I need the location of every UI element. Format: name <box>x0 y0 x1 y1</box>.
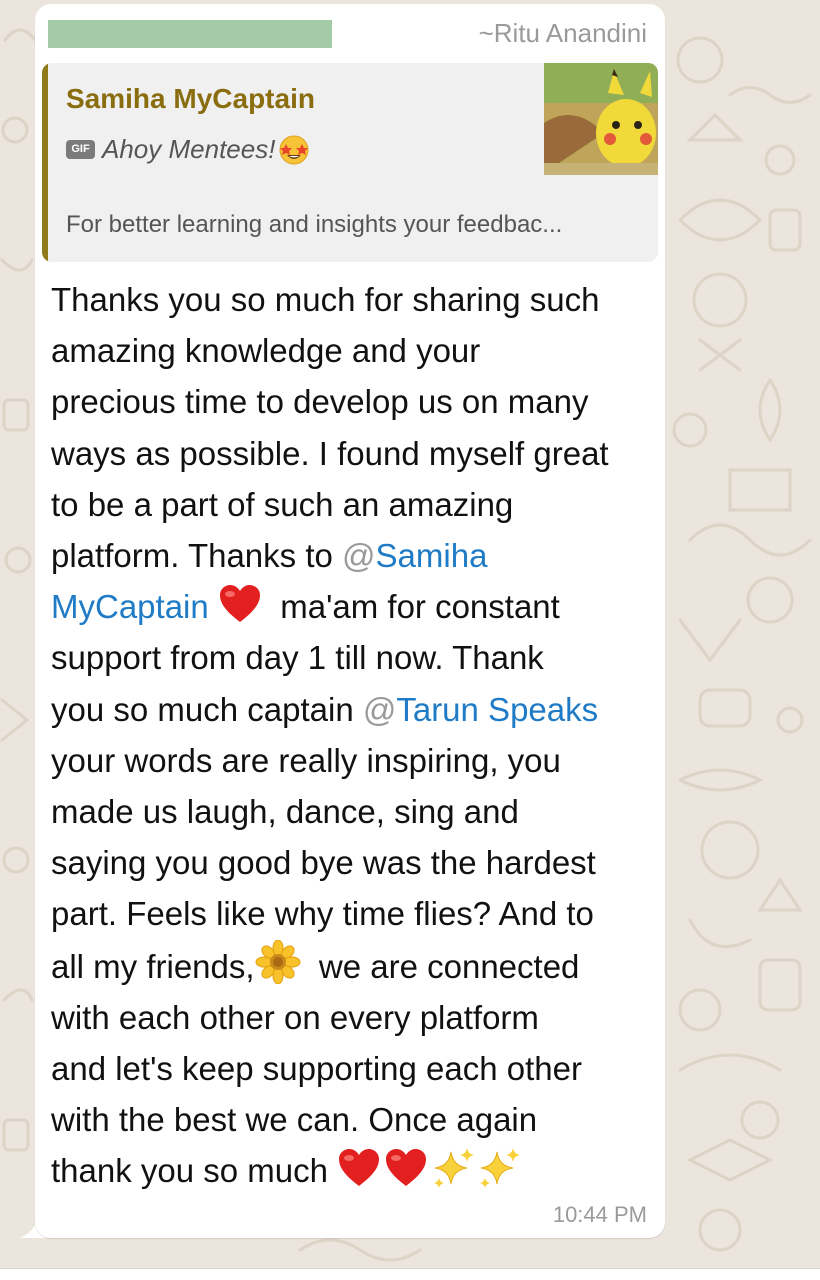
mention-samiha-mycaptain[interactable]: Samiha <box>376 537 488 574</box>
message-line: and let's keep supporting each other <box>51 1050 582 1088</box>
message-line: thank you so much <box>51 1145 655 1196</box>
message-line: ways as possible. I found myself great <box>51 434 609 472</box>
quoted-author: Samiha MyCaptain <box>66 83 315 114</box>
red-heart-emoji-icon <box>386 1149 427 1187</box>
redacted-phone-number <box>48 20 332 48</box>
message-line: saying you good bye was the hardest <box>51 844 596 882</box>
mention-at-symbol: @ <box>342 537 376 575</box>
sunflower-emoji-icon <box>255 939 301 984</box>
message-line: your words are really inspiring, you <box>51 741 561 779</box>
message-bubble[interactable]: ~Ritu Anandini Samiha MyCaptain GIF Ahoy… <box>35 4 665 1238</box>
quoted-caption: Ahoy Mentees! <box>102 133 276 164</box>
message-body[interactable]: Thanks you so much for sharing such amaz… <box>51 274 655 1197</box>
message-text-segment: we are connected <box>318 947 580 985</box>
message-text-segment: thank you so much <box>51 1152 328 1190</box>
red-heart-emoji-icon <box>219 585 260 623</box>
message-line: with each other on every platform <box>51 998 539 1036</box>
quoted-message[interactable]: Samiha MyCaptain GIF Ahoy Mentees! For b… <box>42 63 658 262</box>
mention-samiha-mycaptain-continued[interactable]: MyCaptain <box>51 588 209 625</box>
star-struck-emoji-icon <box>279 135 309 165</box>
quote-accent-bar <box>42 63 48 262</box>
sender-name[interactable]: ~Ritu Anandini <box>479 18 647 49</box>
quoted-preview-text: For better learning and insights your fe… <box>66 211 563 238</box>
message-line: part. Feels like why time flies? And to <box>51 895 594 933</box>
red-heart-emoji-icon <box>339 1149 380 1187</box>
bottom-edge <box>0 1268 820 1280</box>
sender-row: ~Ritu Anandini <box>35 4 665 62</box>
message-line: with the best we can. Once again <box>51 1101 538 1139</box>
quoted-caption-row: GIF Ahoy Mentees! <box>66 131 311 167</box>
message-line: to be a part of such an amazing <box>51 485 514 523</box>
message-line: precious time to develop us on many <box>51 383 589 421</box>
gif-thumbnail <box>544 63 658 175</box>
sparkles-emoji-icon <box>480 1148 521 1189</box>
message-line: all my friends, we are connected <box>51 939 655 992</box>
message-line: Thanks you so much for sharing such <box>51 281 600 318</box>
message-line: support from day 1 till now. Thank <box>51 639 544 677</box>
message-text-segment: all my friends, <box>51 947 255 985</box>
message-line: made us laugh, dance, sing and <box>51 793 519 831</box>
message-line: you so much captain @Tarun Speaks <box>51 684 655 735</box>
message-timestamp: 10:44 PM <box>552 1202 647 1227</box>
message-text-segment: you so much captain <box>51 690 354 728</box>
sparkles-emoji-icon <box>434 1148 475 1189</box>
message-line: MyCaptain ma'am for constant <box>51 581 655 632</box>
message-text-segment: platform. Thanks to <box>51 537 333 575</box>
message-line: platform. Thanks to @Samiha <box>51 530 655 581</box>
message-text-segment: ma'am for constant <box>280 588 560 626</box>
mention-tarun-speaks[interactable]: Tarun Speaks <box>396 691 598 728</box>
gif-icon: GIF <box>66 139 95 159</box>
message-line: amazing knowledge and your <box>51 332 481 370</box>
mention-at-symbol: @ <box>362 690 397 728</box>
